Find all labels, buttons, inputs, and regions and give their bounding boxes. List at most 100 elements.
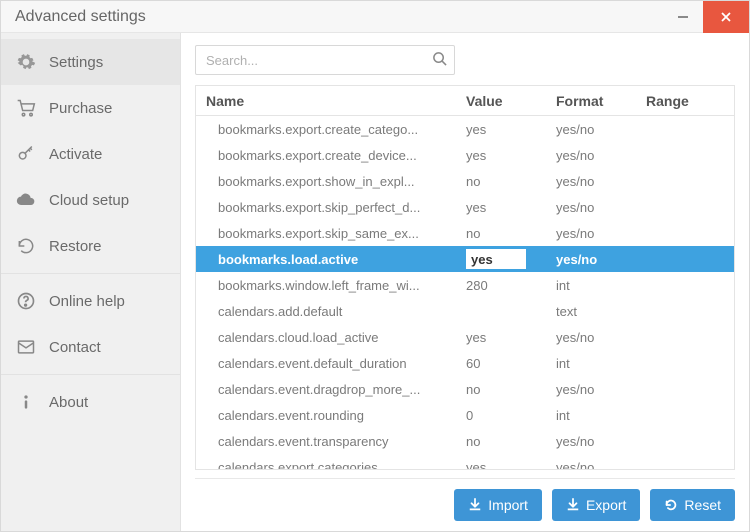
table-row[interactable]: bookmarks.load.activeyes/no xyxy=(196,246,734,272)
sidebar-item-label: Activate xyxy=(49,146,102,163)
table-body[interactable]: bookmarks.export.create_catego...yesyes/… xyxy=(196,116,734,469)
gear-icon xyxy=(15,51,37,73)
table-row[interactable]: calendars.event.dragdrop_more_...noyes/n… xyxy=(196,376,734,402)
cell-value: no xyxy=(456,168,546,194)
cell-name: bookmarks.export.create_device... xyxy=(196,142,456,168)
table-row[interactable]: calendars.event.default_duration60int xyxy=(196,350,734,376)
table-row[interactable]: calendars.add.defaulttext xyxy=(196,298,734,324)
cell-range xyxy=(636,142,734,168)
table-row[interactable]: bookmarks.export.skip_perfect_d...yesyes… xyxy=(196,194,734,220)
table-row[interactable]: calendars.export.categoriesyesyes/no xyxy=(196,454,734,469)
table-row[interactable]: bookmarks.window.left_frame_wi...280int xyxy=(196,272,734,298)
cell-format: yes/no xyxy=(546,116,636,142)
sidebar-item-settings[interactable]: Settings xyxy=(1,39,180,85)
cell-value xyxy=(456,298,546,324)
cell-name: calendars.event.default_duration xyxy=(196,350,456,376)
cell-name: calendars.event.dragdrop_more_... xyxy=(196,376,456,402)
cell-format: yes/no xyxy=(546,194,636,220)
cell-format: yes/no xyxy=(546,220,636,246)
cell-name: bookmarks.export.skip_same_ex... xyxy=(196,220,456,246)
sidebar-item-about[interactable]: About xyxy=(1,379,180,425)
cell-name: bookmarks.load.active xyxy=(196,246,456,272)
sidebar-item-label: Online help xyxy=(49,293,125,310)
table-row[interactable]: calendars.cloud.load_activeyesyes/no xyxy=(196,324,734,350)
cell-range xyxy=(636,324,734,350)
cell-range xyxy=(636,376,734,402)
table-row[interactable]: bookmarks.export.create_device...yesyes/… xyxy=(196,142,734,168)
sidebar-item-purchase[interactable]: Purchase xyxy=(1,85,180,131)
undo-icon xyxy=(664,498,678,512)
cell-name: bookmarks.export.show_in_expl... xyxy=(196,168,456,194)
cell-format: yes/no xyxy=(546,428,636,454)
main-panel: Name Value Format Range bookmarks.export… xyxy=(181,33,749,531)
sidebar-item-contact[interactable]: Contact xyxy=(1,324,180,370)
sidebar: Settings Purchase Activate Cloud setup Resto… xyxy=(1,33,181,531)
titlebar: Advanced settings xyxy=(1,1,749,33)
sidebar-item-label: Contact xyxy=(49,339,101,356)
sidebar-item-cloud[interactable]: Cloud setup xyxy=(1,177,180,223)
sidebar-item-activate[interactable]: Activate xyxy=(1,131,180,177)
search-icon[interactable] xyxy=(432,51,447,69)
footer: Import Export Reset xyxy=(195,478,735,521)
sidebar-item-label: About xyxy=(49,394,88,411)
sidebar-item-label: Cloud setup xyxy=(49,192,129,209)
cell-format: int xyxy=(546,272,636,298)
mail-icon xyxy=(15,336,37,358)
sidebar-separator xyxy=(1,273,180,274)
close-button[interactable] xyxy=(703,1,749,33)
reset-button[interactable]: Reset xyxy=(650,489,735,521)
import-button[interactable]: Import xyxy=(454,489,542,521)
cell-name: calendars.event.rounding xyxy=(196,402,456,428)
cell-range xyxy=(636,298,734,324)
cell-value[interactable] xyxy=(456,246,546,272)
cell-format: yes/no xyxy=(546,376,636,402)
settings-table: Name Value Format Range bookmarks.export… xyxy=(195,85,735,470)
table-row[interactable]: bookmarks.export.create_catego...yesyes/… xyxy=(196,116,734,142)
minimize-button[interactable] xyxy=(663,1,703,33)
sidebar-item-label: Restore xyxy=(49,238,102,255)
import-label: Import xyxy=(488,497,528,513)
col-range[interactable]: Range xyxy=(636,86,734,115)
window-title: Advanced settings xyxy=(1,8,663,26)
export-button[interactable]: Export xyxy=(552,489,640,521)
cell-range xyxy=(636,116,734,142)
download-icon xyxy=(566,498,580,512)
table-row[interactable]: calendars.event.rounding0int xyxy=(196,402,734,428)
col-format[interactable]: Format xyxy=(546,86,636,115)
sidebar-item-help[interactable]: Online help xyxy=(1,278,180,324)
col-name[interactable]: Name xyxy=(196,86,456,115)
key-icon xyxy=(15,143,37,165)
cell-value: yes xyxy=(456,324,546,350)
cell-range xyxy=(636,428,734,454)
cell-name: calendars.export.categories xyxy=(196,454,456,469)
cell-format: yes/no xyxy=(546,454,636,469)
reset-label: Reset xyxy=(684,497,721,513)
cell-range xyxy=(636,220,734,246)
cell-format: text xyxy=(546,298,636,324)
download-icon xyxy=(468,498,482,512)
cell-range xyxy=(636,168,734,194)
col-value[interactable]: Value xyxy=(456,86,546,115)
cell-value: 280 xyxy=(456,272,546,298)
sidebar-item-label: Purchase xyxy=(49,100,112,117)
cell-value: 60 xyxy=(456,350,546,376)
export-label: Export xyxy=(586,497,626,513)
cell-value: yes xyxy=(456,194,546,220)
value-edit-input[interactable] xyxy=(466,249,526,269)
sidebar-item-restore[interactable]: Restore xyxy=(1,223,180,269)
cloud-icon xyxy=(15,189,37,211)
cell-value: no xyxy=(456,376,546,402)
cell-format: int xyxy=(546,402,636,428)
minimize-icon xyxy=(677,11,689,23)
table-row[interactable]: calendars.event.transparencynoyes/no xyxy=(196,428,734,454)
search-input[interactable] xyxy=(195,45,455,75)
table-row[interactable]: bookmarks.export.show_in_expl...noyes/no xyxy=(196,168,734,194)
cell-value: 0 xyxy=(456,402,546,428)
table-row[interactable]: bookmarks.export.skip_same_ex...noyes/no xyxy=(196,220,734,246)
search-wrap xyxy=(195,45,455,75)
close-icon xyxy=(720,11,732,23)
cell-name: calendars.cloud.load_active xyxy=(196,324,456,350)
info-icon xyxy=(15,391,37,413)
undo-icon xyxy=(15,235,37,257)
sidebar-separator xyxy=(1,374,180,375)
